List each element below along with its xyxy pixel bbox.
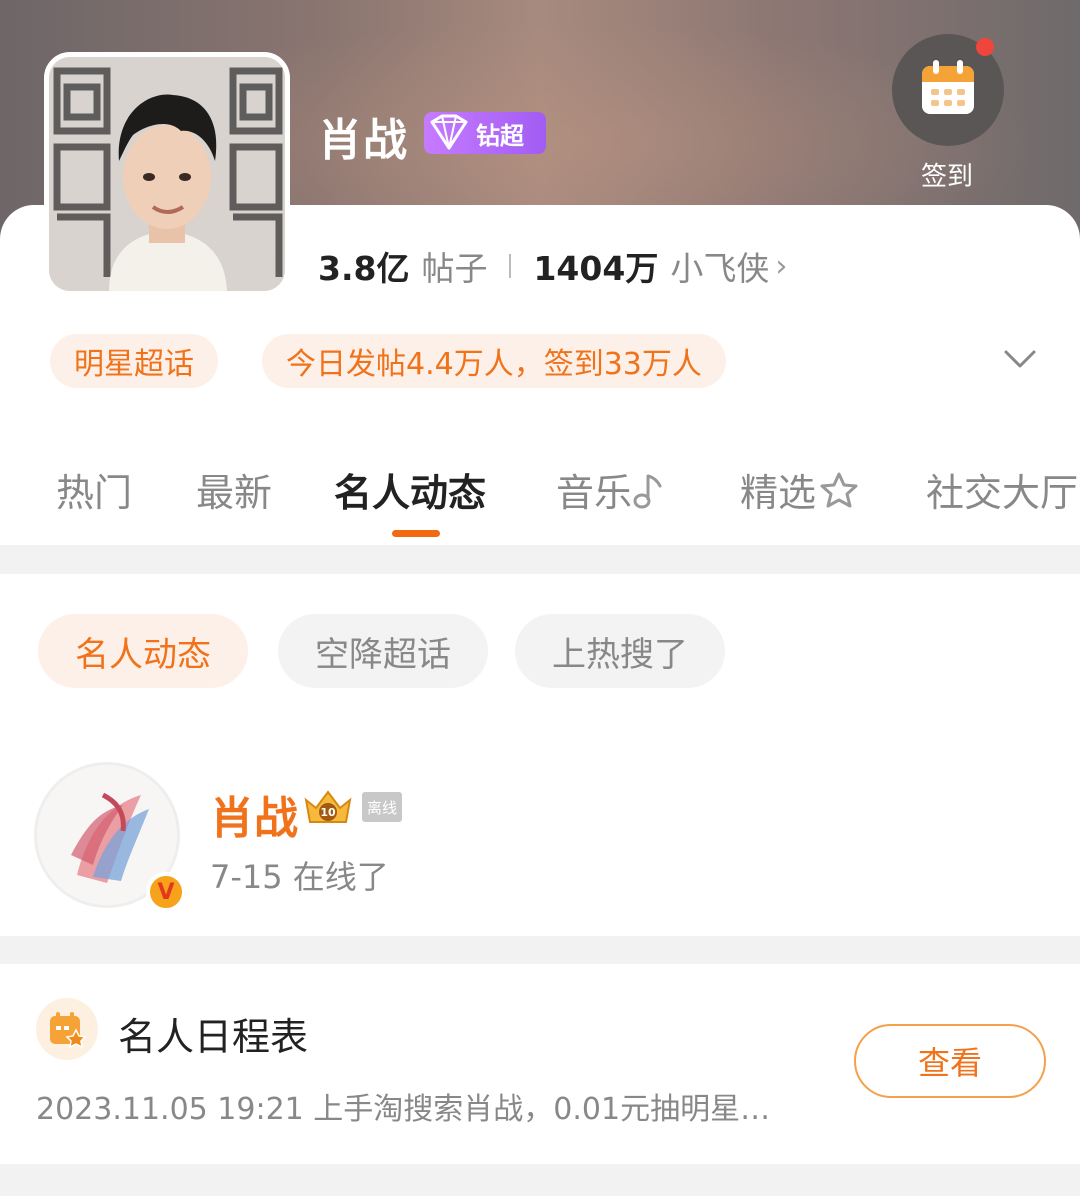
topic-name: 肖战 [318, 115, 408, 166]
schedule-title: 名人日程表 [118, 1015, 309, 1059]
crown-icon: 10 [304, 790, 352, 823]
filter-airdrop-topic[interactable]: 空降超话 [278, 614, 488, 688]
schedule-calendar-star-icon [50, 1012, 86, 1048]
schedule-icon-wrap [36, 998, 98, 1060]
diamond-super-badge[interactable]: 钻超 [424, 112, 546, 154]
tab-latest[interactable]: 最新 [196, 462, 272, 517]
tab-featured[interactable]: 精选 [740, 462, 862, 517]
stats-divider [509, 254, 512, 278]
topic-avatar[interactable] [44, 52, 290, 296]
svg-text:10: 10 [320, 806, 336, 819]
fans-count[interactable]: 1404万 [533, 242, 658, 290]
filter-trending[interactable]: 上热搜了 [515, 614, 725, 688]
activity-tag[interactable]: 今日发帖4.4万人，签到33万人 [262, 334, 726, 388]
tab-celebrity-updates[interactable]: 名人动态 [334, 462, 486, 517]
fans-label[interactable]: 小飞侠 [670, 242, 769, 290]
posts-count: 3.8亿 [318, 249, 410, 288]
verified-icon: V [146, 872, 186, 912]
star-icon [820, 472, 858, 507]
tab-social-hall[interactable]: 社交大厅 [926, 462, 1078, 517]
chevron-right-icon[interactable]: › [775, 249, 787, 284]
tab-hot[interactable]: 热门 [56, 462, 132, 517]
badge-label: 钻超 [476, 121, 524, 150]
schedule-description[interactable]: 2023.11.05 19:21 上手淘搜索肖战，0.01元抽明星… [36, 1084, 770, 1128]
offline-badge: 离线 [362, 792, 402, 822]
portrait-image [49, 57, 285, 291]
celebrity-name[interactable]: 肖战 [210, 782, 298, 846]
view-schedule-button[interactable]: 查看 [854, 1024, 1046, 1098]
tab-music[interactable]: 音乐 [556, 462, 666, 517]
active-tab-indicator [392, 530, 440, 537]
music-note-icon [633, 474, 662, 508]
chevron-down-icon[interactable] [1002, 344, 1038, 374]
filter-celebrity-updates[interactable]: 名人动态 [38, 614, 248, 688]
posts-label: 帖子 [421, 249, 488, 288]
category-tag[interactable]: 明星超话 [50, 334, 218, 388]
calendar-icon [922, 60, 974, 114]
topic-stats: 3.8亿 帖子 1404万 小飞侠 › [318, 242, 787, 290]
tab-bar: 热门 最新 名人动态 音乐 精选 社交大厅 [0, 462, 1080, 522]
diamond-icon [430, 114, 468, 150]
checkin-label: 签到 [920, 162, 973, 192]
notification-dot [976, 38, 994, 56]
celebrity-status: 7-15 在线了 [210, 858, 389, 896]
